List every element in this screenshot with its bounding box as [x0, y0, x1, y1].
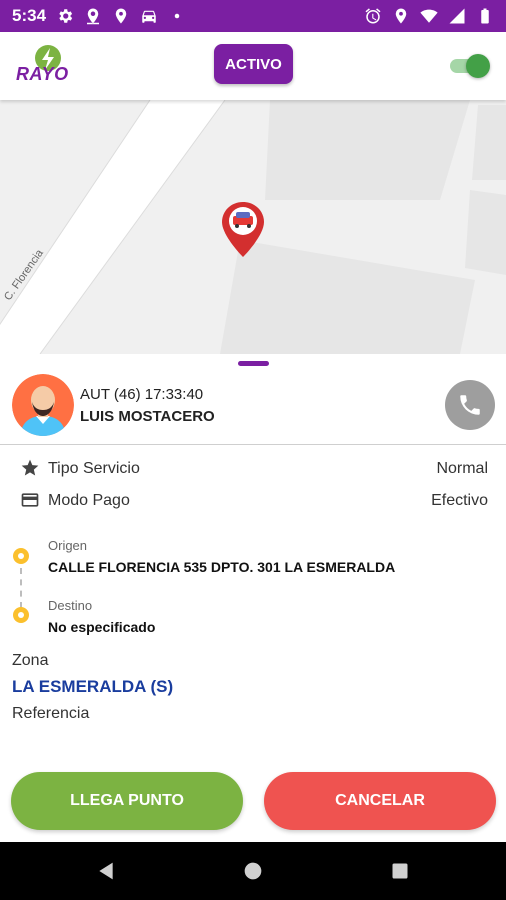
navigation-bar	[0, 842, 506, 900]
payment-mode-label: Modo Pago	[48, 492, 130, 509]
route-connector	[20, 568, 22, 608]
signal-icon	[449, 8, 465, 24]
arrive-point-button[interactable]: LLEGA PUNTO	[11, 772, 243, 830]
status-active-button[interactable]: ACTIVO	[214, 44, 293, 84]
map-view[interactable]	[0, 100, 506, 354]
zone-value: LA ESMERALDA (S)	[12, 677, 174, 696]
divider	[0, 444, 506, 445]
drag-handle[interactable]	[238, 361, 269, 366]
logo-text: RAYO	[16, 64, 69, 84]
cancel-button[interactable]: CANCELAR	[264, 772, 496, 830]
destination-pin-icon	[13, 607, 29, 623]
driver-code: AUT (46) 17:33:40	[80, 386, 204, 403]
car-icon	[142, 10, 156, 23]
zone-label: Zona	[12, 652, 49, 669]
map-graphic	[0, 100, 506, 354]
status-right-icons	[364, 7, 494, 25]
app-bar: RAYO ACTIVO	[0, 32, 506, 100]
driver-avatar-icon	[12, 374, 74, 436]
screen: 5:34 RAYO ACTIVO C. Florencia AUT (46) 1…	[0, 0, 506, 900]
back-icon[interactable]	[96, 861, 116, 881]
destination-caption: Destino	[48, 598, 93, 613]
origin-address: CALLE FLORENCIA 535 DPTO. 301 LA ESMERAL…	[48, 559, 396, 575]
battery-icon	[481, 8, 489, 24]
gear-icon	[59, 9, 73, 23]
brand-logo: RAYO	[12, 44, 84, 88]
dot-icon	[174, 13, 180, 19]
reference-label: Referencia	[12, 705, 90, 722]
payment-mode-value: Efectivo	[431, 492, 488, 509]
wifi-icon	[420, 9, 438, 23]
origin-caption: Origen	[48, 538, 88, 553]
call-button[interactable]	[445, 380, 495, 430]
availability-toggle[interactable]	[450, 54, 490, 78]
card-icon	[20, 490, 40, 510]
destination-address: No especificado	[48, 619, 156, 635]
service-type-label: Tipo Servicio	[48, 460, 140, 477]
driver-name: LUIS MOSTACERO	[80, 408, 215, 425]
toggle-thumb	[466, 54, 490, 78]
phone-icon	[460, 395, 480, 415]
status-left-icons	[56, 7, 186, 25]
location-pin-icon	[395, 8, 407, 24]
alarm-icon	[365, 8, 381, 24]
location-mark-icon	[87, 8, 100, 25]
location-pin-icon	[115, 8, 127, 24]
status-time: 5:34	[12, 6, 47, 25]
origin-pin-icon	[13, 548, 29, 564]
service-type-value: Normal	[436, 460, 488, 477]
star-icon	[20, 458, 40, 478]
status-bar: 5:34	[0, 0, 506, 32]
recents-icon[interactable]	[390, 861, 410, 881]
home-icon[interactable]	[243, 861, 263, 881]
